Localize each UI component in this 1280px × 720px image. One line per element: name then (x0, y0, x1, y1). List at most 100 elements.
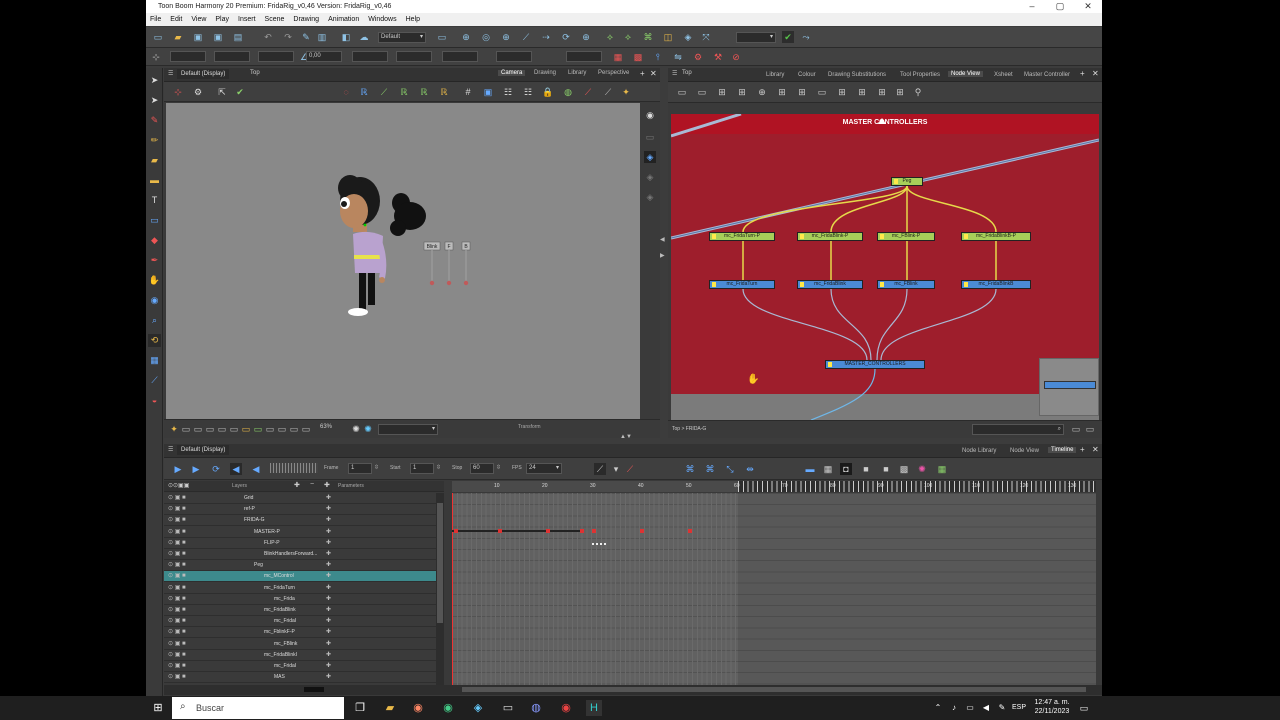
shift-icon[interactable]: ⇢ (540, 31, 552, 43)
collapse-left-icon[interactable]: ◀ (660, 236, 668, 243)
layer-row[interactable]: ⊙ ▣ ■ mc_FridaTurn ✚ (164, 583, 436, 594)
menu-drawing[interactable]: Drawing (293, 13, 319, 26)
layer-visibility-icon[interactable]: ⊙ ▣ ■ (168, 661, 186, 671)
play-selection-icon[interactable]: ▶ (190, 463, 202, 475)
node-master-controllers-composite[interactable]: MASTER_CONTROLLERS (825, 360, 925, 369)
layer-row[interactable]: ⊙ ▣ ■ mc_FridaBlinkI ✚ (164, 650, 436, 661)
new-scene-icon[interactable]: ▭ (152, 31, 164, 43)
preview-icon[interactable]: ◉ (644, 109, 656, 121)
start-stepper-icon[interactable]: ⇳ (436, 464, 441, 471)
tab-drawing-substitutions[interactable]: Drawing Substitutions (828, 72, 886, 78)
node-mc-fblink[interactable]: mc_FBlink (877, 280, 935, 289)
layer-visibility-icon[interactable]: ⊙ ▣ ■ (168, 627, 186, 637)
layers-icon[interactable]: ◈ (644, 151, 656, 163)
fps-field[interactable]: 24 ▾ (526, 463, 562, 474)
tool-6-icon[interactable]: ⤧ (700, 31, 712, 43)
onion-red-icon[interactable]: ◌ (340, 86, 352, 98)
tl-tool-6-icon[interactable]: ▩ (898, 463, 910, 475)
collapse-right-icon[interactable]: ▶ (660, 252, 668, 259)
node-tool-12-icon[interactable]: ⊞ (894, 86, 906, 98)
tool-7-icon[interactable]: ⤳ (800, 31, 812, 43)
timeline-cells[interactable] (452, 493, 1096, 685)
sound-scrub-icon[interactable]: ◀ (250, 463, 262, 475)
keyframe-track-1[interactable] (452, 530, 582, 532)
frame-ruler[interactable]: 10 20 30 40 50 60 70 80 90 100 110 120 1… (452, 481, 1096, 492)
layer-add-icon[interactable]: ✚ (326, 661, 331, 671)
sound-icon[interactable]: ◀ (230, 463, 242, 475)
node-mc-fridablink[interactable]: mc_FridaBlink (797, 280, 863, 289)
select-tool-icon[interactable]: ➤ (148, 74, 161, 87)
frame-4-icon[interactable]: ▭ (216, 423, 228, 435)
menu-play[interactable]: Play (215, 13, 229, 26)
frame-5-icon[interactable]: ▭ (228, 423, 240, 435)
layer-add-icon[interactable]: ✚ (326, 493, 331, 503)
node-tool-2-icon[interactable]: ▭ (696, 86, 708, 98)
rotate-view-icon[interactable]: ◉ (148, 294, 161, 307)
layer-add-icon[interactable]: ✚ (326, 515, 331, 525)
add-layer-2-icon[interactable]: ✚ (324, 481, 330, 489)
layer-add-icon[interactable]: ✚ (326, 627, 331, 637)
grid-icon[interactable]: # (462, 86, 474, 98)
playhead[interactable] (452, 493, 453, 685)
node-mc-fridablinkb[interactable]: mc_FridaBlinkB (961, 280, 1031, 289)
notifications-icon[interactable]: ▭ (1076, 700, 1092, 716)
add-view-icon[interactable]: + (1080, 445, 1085, 454)
node-breadcrumb[interactable]: Top (682, 70, 692, 76)
layer-scrollbar-thumb[interactable] (437, 503, 443, 623)
pencil-red-icon[interactable]: ⟋ (582, 86, 594, 98)
save-icon[interactable]: ▣ (192, 31, 204, 43)
z-field[interactable] (258, 51, 294, 62)
layer-row[interactable]: ⊙ ▣ ■ mc_FridaI ✚ (164, 661, 436, 672)
brush-icon[interactable]: ✎ (300, 31, 312, 43)
layer-add-icon[interactable]: ✚ (326, 594, 331, 604)
node-mc-fridablinkb-p[interactable]: mc_FridaBlinkB-P (961, 232, 1031, 241)
tl-tool-5-icon[interactable]: ■ (880, 463, 892, 475)
menu-help[interactable]: Help (406, 13, 420, 26)
layer-row[interactable]: ⊙ ▣ ■ mc_FridaI ✚ (164, 616, 436, 628)
menu-file[interactable]: File (150, 13, 161, 26)
layer-visibility-icon[interactable]: ⊙ ▣ ■ (168, 504, 186, 514)
check-icon[interactable]: ✔ (234, 86, 246, 98)
paint-tool-icon[interactable]: ▰ (148, 154, 161, 167)
contour-tool-icon[interactable]: ➤ (148, 94, 161, 107)
tool-8-icon[interactable]: ⚙ (692, 51, 704, 63)
brush-tool-icon[interactable]: ✎ (148, 114, 161, 127)
tab-drawing[interactable]: Drawing (534, 70, 556, 76)
snap-icon[interactable]: ⊕ (460, 31, 472, 43)
layer-add-icon[interactable]: ✚ (326, 616, 331, 626)
select-icon[interactable]: ⇱ (216, 86, 228, 98)
keyframe-3-icon[interactable]: ⤡ (724, 463, 736, 475)
node-mc-fridablink-p[interactable]: mc_FridaBlink-P (797, 232, 863, 241)
layer-row[interactable]: ⊙ ▣ ■ mc_MControl ✚ (164, 571, 436, 583)
tab-xsheet[interactable]: Xsheet (994, 72, 1013, 78)
pivot-icon[interactable]: ⊕ (580, 31, 592, 43)
reg-icon[interactable]: ℝ (358, 86, 370, 98)
camera-breadcrumb[interactable]: Top (250, 70, 260, 76)
app-2-icon[interactable]: ▭ (500, 700, 516, 716)
file-explorer-icon[interactable]: ▰ (382, 700, 398, 716)
keyframe-marker[interactable] (592, 529, 596, 533)
layer-visibility-icon[interactable]: ⊙ ▣ ■ (168, 583, 186, 593)
frame-11-icon[interactable]: ▭ (300, 423, 312, 435)
tl-tool-2-icon[interactable]: ▦ (822, 463, 834, 475)
tool-10-icon[interactable]: ⊘ (730, 51, 742, 63)
layer-visibility-icon[interactable]: ⊙ ▣ ■ (168, 527, 186, 537)
layer-visibility-icon[interactable]: ⊙ ▣ ■ (168, 538, 186, 548)
tab-library[interactable]: Library (568, 70, 586, 76)
save-as-icon[interactable]: ▣ (212, 31, 224, 43)
keyframe-marker[interactable] (688, 529, 692, 533)
layer-add-icon[interactable]: ✚ (326, 650, 331, 660)
layer-hscroll-thumb[interactable] (304, 687, 324, 692)
frame-stepper-icon[interactable]: ⇳ (374, 464, 379, 471)
layer-visibility-icon[interactable]: ⊙ ▣ ■ (168, 650, 186, 660)
scale-y-field[interactable] (396, 51, 432, 62)
render-2-icon[interactable]: ✺ (362, 423, 374, 435)
rig-tool-icon[interactable]: ▦ (148, 354, 161, 367)
frame-field[interactable]: 1 (348, 463, 372, 474)
tl-tool-8-icon[interactable]: ▦ (936, 463, 948, 475)
chrome-icon[interactable]: ◉ (440, 700, 456, 716)
node-view-menu-icon[interactable]: ☰ (672, 70, 677, 77)
tl-tool-7-icon[interactable]: ✺ (916, 463, 928, 475)
keyframe-marker[interactable] (454, 529, 458, 533)
keyframe-2-icon[interactable]: ⌘ (704, 463, 716, 475)
